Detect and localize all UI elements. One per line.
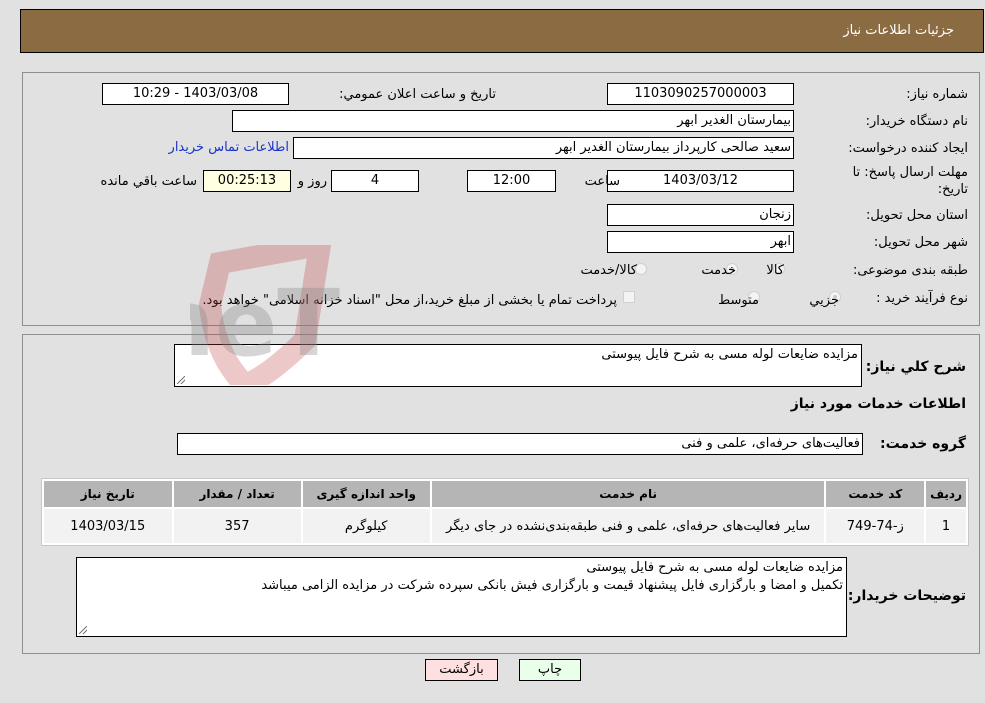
announce-datetime-field[interactable]: 1403/03/08 - 10:29 xyxy=(102,83,289,105)
purchase-type-option-medium: متوسط xyxy=(718,293,759,308)
page-header: جزئيات اطلاعات نیاز xyxy=(20,9,984,53)
province-label: استان محل تحویل: xyxy=(866,208,968,223)
creator-label: ایجاد کننده درخواست: xyxy=(848,141,968,156)
buyer-contact-link[interactable]: اطلاعات تماس خریدار xyxy=(169,140,289,155)
buyer-org-label: نام دستگاه خریدار: xyxy=(865,114,968,129)
page-title: جزئيات اطلاعات نیاز xyxy=(843,23,954,38)
service-group-field[interactable]: فعالیت‌های حرفه‌ای، علمی و فنی xyxy=(177,433,863,455)
table-row: 1 ز-74-749 سایر فعالیت‌های حرفه‌ای، علمی… xyxy=(44,509,966,543)
treasury-bonds-checkbox[interactable] xyxy=(623,291,635,303)
table-header-row: ردیف کد خدمت نام خدمت واحد اندازه گیری ت… xyxy=(44,481,966,507)
category-label: طبقه بندی موضوعی: xyxy=(852,263,968,278)
resize-handle-icon[interactable] xyxy=(79,626,87,634)
category-option-goods-service: کالا/خدمت xyxy=(580,263,637,278)
buyer-notes-line-2: تکمیل و امضا و بارگزاری فایل پیشنهاد قیم… xyxy=(261,578,843,593)
deadline-time-label: ساعت xyxy=(584,174,620,189)
cell-row-number: 1 xyxy=(926,509,966,543)
remaining-time-field[interactable]: 00:25:13 xyxy=(203,170,291,192)
summary-label: شرح کلي نیاز: xyxy=(865,359,966,375)
cell-need-date: 1403/03/15 xyxy=(44,509,172,543)
deadline-time-field[interactable]: 12:00 xyxy=(467,170,556,192)
buyer-notes-line-1: مزایده ضایعات لوله مسی به شرح فایل پیوست… xyxy=(586,560,843,575)
treasury-bonds-label: پرداخت تمام یا بخشی از مبلغ خرید،از محل … xyxy=(202,293,617,308)
print-button[interactable]: چاپ xyxy=(519,659,581,681)
deadline-date-field[interactable]: 1403/03/12 xyxy=(607,170,794,192)
summary-text: مزایده ضایعات لوله مسی به شرح فایل پیوست… xyxy=(601,347,858,362)
purchase-type-option-minor: جزيي xyxy=(809,293,839,308)
category-option-service: خدمت xyxy=(701,263,736,278)
remaining-time-label: ساعت باقي مانده xyxy=(100,174,197,189)
city-field[interactable]: ابهر xyxy=(607,231,794,253)
need-number-label: شماره نیاز: xyxy=(906,87,968,102)
need-details-panel: شماره نیاز: 1103090257000003 تاریخ و ساع… xyxy=(22,72,980,326)
cell-quantity: 357 xyxy=(173,509,301,543)
services-panel: شرح کلي نیاز: مزایده ضایعات لوله مسی به … xyxy=(22,334,980,654)
cell-unit: کیلوگرم xyxy=(302,509,430,543)
summary-textarea[interactable]: مزایده ضایعات لوله مسی به شرح فایل پیوست… xyxy=(174,344,862,387)
column-header-unit: واحد اندازه گیری xyxy=(302,481,430,507)
purchase-type-label: نوع فرآیند خرید : xyxy=(876,291,968,306)
buyer-org-field[interactable]: بیمارستان الغدیر ابهر xyxy=(232,110,794,132)
cell-service-code: ز-74-749 xyxy=(826,509,925,543)
services-section-title: اطلاعات خدمات مورد نیاز xyxy=(790,396,966,412)
province-field[interactable]: زنجان xyxy=(607,204,794,226)
column-header-service-code: کد خدمت xyxy=(826,481,925,507)
cell-service-name: سایر فعالیت‌های حرفه‌ای، علمی و فنی طبقه… xyxy=(431,509,825,543)
days-remaining-field[interactable]: 4 xyxy=(331,170,419,192)
city-label: شهر محل تحویل: xyxy=(873,235,968,250)
service-group-label: گروه خدمت: xyxy=(880,436,966,452)
back-button[interactable]: بازگشت xyxy=(425,659,498,681)
category-option-goods: کالا xyxy=(766,263,784,278)
buyer-notes-textarea[interactable]: مزایده ضایعات لوله مسی به شرح فایل پیوست… xyxy=(76,557,847,637)
services-table: ردیف کد خدمت نام خدمت واحد اندازه گیری ت… xyxy=(41,478,969,546)
announce-label: تاریخ و ساعت اعلان عمومي: xyxy=(339,87,496,102)
deadline-label: مهلت ارسال پاسخ: تا تاریخ: xyxy=(852,165,968,197)
buyer-notes-label: توضیحات خریدار: xyxy=(847,588,966,604)
days-label: روز و xyxy=(297,174,327,189)
column-header-row-number: ردیف xyxy=(926,481,966,507)
creator-field[interactable]: سعید صالحی کارپرداز بیمارستان الغدیر ابه… xyxy=(293,137,794,159)
need-number-field[interactable]: 1103090257000003 xyxy=(607,83,794,105)
column-header-need-date: تاریخ نیاز xyxy=(44,481,172,507)
resize-handle-icon[interactable] xyxy=(177,376,185,384)
column-header-service-name: نام خدمت xyxy=(431,481,825,507)
column-header-quantity: تعداد / مقدار xyxy=(173,481,301,507)
